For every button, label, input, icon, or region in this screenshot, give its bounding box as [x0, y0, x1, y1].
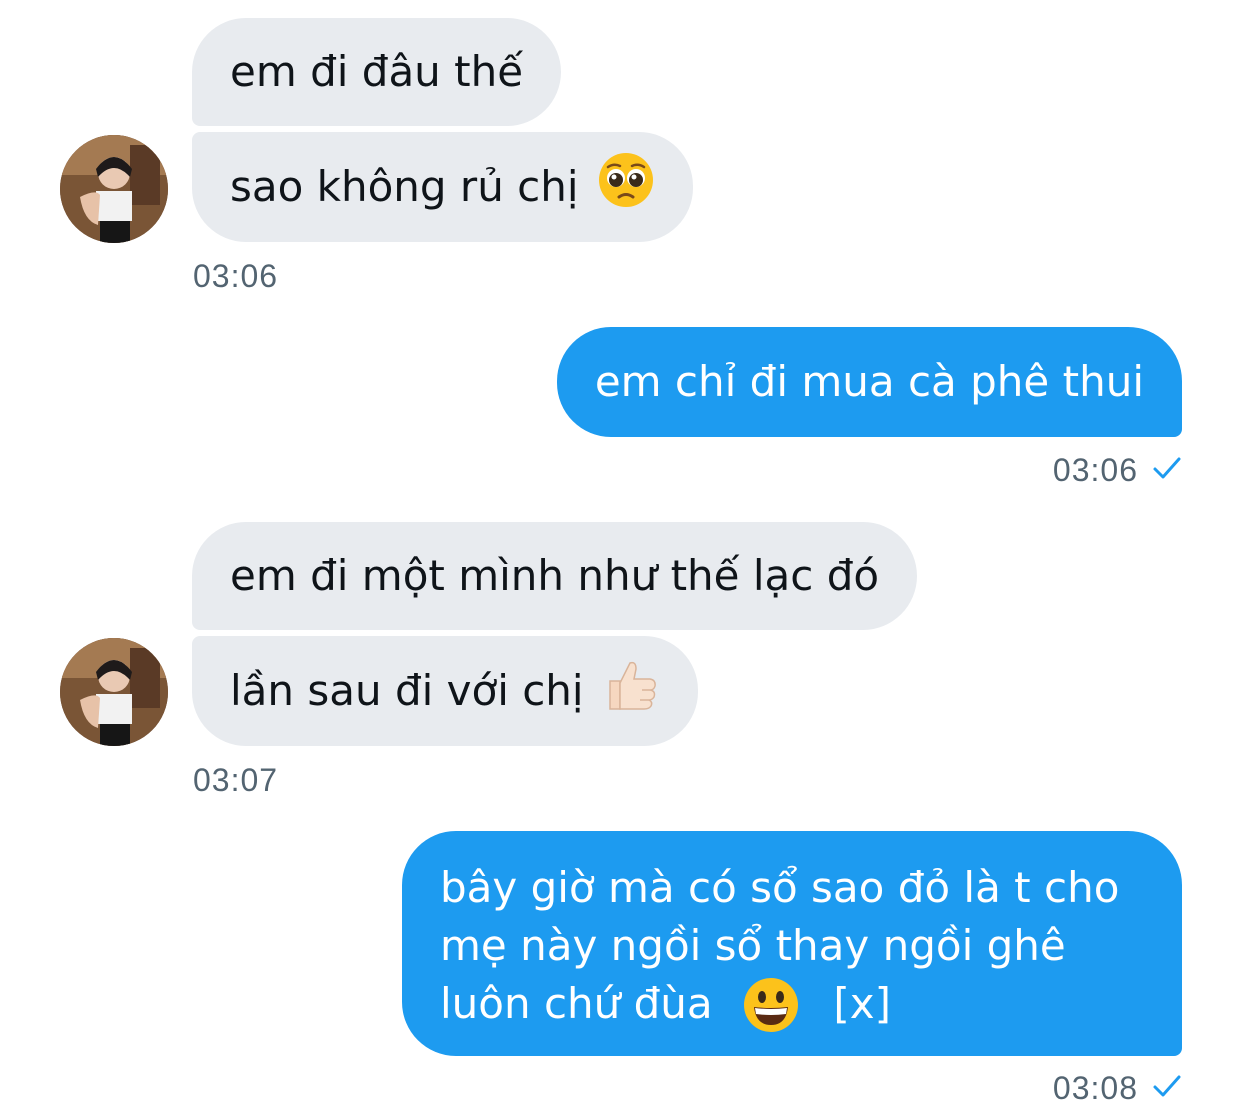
message-status: 03:06	[1053, 452, 1182, 489]
message-status: 03:08	[1053, 1070, 1182, 1107]
avatar[interactable]	[60, 638, 168, 746]
thumbs-up-icon	[602, 655, 660, 728]
message-text: sao không rủ chị	[230, 162, 579, 211]
message-timestamp: 03:08	[1052, 1070, 1138, 1106]
message-bubble-outgoing[interactable]: bây giờ mà có sổ sao đỏ là t cho mẹ này …	[402, 831, 1182, 1056]
read-check-icon	[1152, 1070, 1182, 1107]
message-text: em đi đâu thế	[230, 47, 524, 96]
message-text: em chỉ đi mua cà phê thui	[594, 357, 1144, 406]
message-bubble-incoming[interactable]: em đi một mình như thế lạc đó	[192, 522, 918, 630]
read-check-icon	[1152, 452, 1182, 489]
message-timestamp: 03:06	[193, 258, 279, 294]
message-text: lần sau đi với chị	[230, 666, 584, 715]
message-text-line: bây giờ mà có sổ sao đỏ là t cho	[440, 863, 1120, 912]
message-text: em đi một mình như thế lạc đó	[230, 551, 880, 600]
message-suffix: [x]	[833, 979, 892, 1028]
message-text: luôn chứ đùa	[440, 979, 713, 1028]
message-bubble-incoming[interactable]: em đi đâu thế	[192, 18, 562, 126]
message-timestamp: 03:06	[1052, 452, 1138, 488]
message-timestamp: 03:07	[193, 762, 279, 798]
message-bubble-outgoing[interactable]: em chỉ đi mua cà phê thui	[556, 327, 1182, 437]
avatar[interactable]	[60, 135, 168, 243]
grinning-face-icon	[742, 976, 800, 1037]
pleading-face-icon	[597, 151, 655, 224]
message-bubble-incoming[interactable]: sao không rủ chị	[192, 132, 693, 242]
message-text-line: mẹ này ngồi sổ thay ngồi ghê	[440, 921, 1066, 970]
message-bubble-incoming[interactable]: lần sau đi với chị	[192, 636, 698, 746]
message-text-line: luôn chứ đùa [x]	[440, 975, 1144, 1033]
